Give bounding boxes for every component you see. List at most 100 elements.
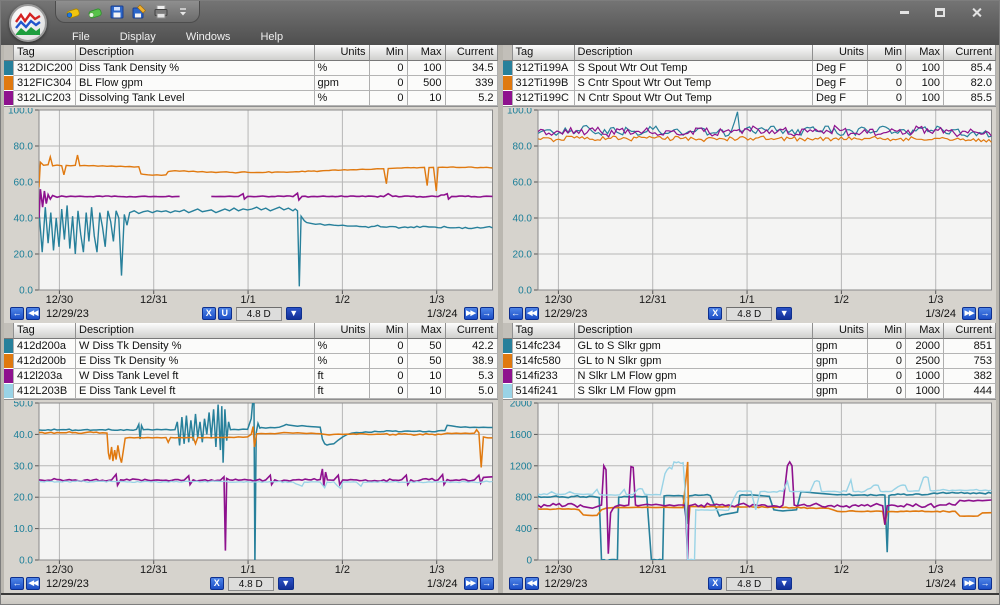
min-cell[interactable]: 0 (868, 61, 906, 76)
description-cell[interactable]: Diss Tank Density % (76, 61, 315, 76)
tag-cell[interactable]: 312Ti199C (513, 91, 575, 106)
units-cell[interactable]: Deg F (813, 76, 868, 91)
max-cell[interactable]: 50 (408, 354, 446, 369)
col-header-current[interactable]: Current (446, 45, 498, 61)
current-cell[interactable]: 82.0 (944, 76, 996, 91)
min-cell[interactable]: 0 (868, 76, 906, 91)
trend-chart[interactable]: 100.080.060.040.020.00.012/3012/311/11/2… (505, 108, 995, 306)
max-cell[interactable]: 100 (906, 76, 944, 91)
page-right-button[interactable]: ▶▶ (464, 577, 478, 590)
max-cell[interactable]: 10 (408, 384, 446, 399)
current-cell[interactable]: 851 (944, 339, 996, 354)
col-header-description[interactable]: Description (575, 323, 814, 339)
min-cell[interactable]: 0 (370, 61, 408, 76)
maximize-button[interactable] (929, 5, 951, 19)
current-cell[interactable]: 5.0 (446, 384, 498, 399)
trend-chart[interactable]: 50.040.030.020.010.00.012/3012/311/11/21… (6, 401, 496, 576)
units-cell[interactable]: gpm (813, 384, 868, 399)
tag-cell[interactable]: 514fc234 (513, 339, 575, 354)
col-header-current[interactable]: Current (944, 323, 996, 339)
tag-row[interactable]: 514fi241 S Slkr LM Flow gpm gpm 0 1000 4… (503, 384, 997, 399)
description-cell[interactable]: Dissolving Tank Level (76, 91, 315, 106)
x-axis-button[interactable]: X (708, 577, 722, 590)
current-cell[interactable]: 34.5 (446, 61, 498, 76)
scroll-left-button[interactable]: ← (10, 307, 24, 320)
print-icon[interactable] (152, 3, 169, 20)
units-cell[interactable]: Deg F (813, 91, 868, 106)
max-cell[interactable]: 2500 (906, 354, 944, 369)
col-header-description[interactable]: Description (76, 45, 315, 61)
col-header-description[interactable]: Description (76, 323, 315, 339)
current-cell[interactable]: 38.9 (446, 354, 498, 369)
time-range-field[interactable]: 4.8 D (726, 307, 772, 321)
current-cell[interactable]: 85.5 (944, 91, 996, 106)
page-right-button[interactable]: ▶▶ (962, 577, 976, 590)
col-header-max[interactable]: Max (906, 45, 944, 61)
max-cell[interactable]: 100 (906, 61, 944, 76)
tag-row[interactable]: 412l203a W Diss Tank Level ft ft 0 10 5.… (4, 369, 498, 384)
tag-row[interactable]: 312DIC200 Diss Tank Density % % 0 100 34… (4, 61, 498, 76)
menu-help[interactable]: Help (245, 31, 298, 43)
time-range-field[interactable]: 4.8 D (236, 307, 282, 321)
scroll-right-button[interactable]: → (480, 307, 494, 320)
tag-row[interactable]: 312Ti199A S Spout Wtr Out Temp Deg F 0 1… (503, 61, 997, 76)
min-cell[interactable]: 0 (868, 354, 906, 369)
scroll-left-button[interactable]: ← (10, 577, 24, 590)
description-cell[interactable]: N Cntr Spout Wtr Out Temp (575, 91, 814, 106)
description-cell[interactable]: GL to S Slkr gpm (575, 339, 814, 354)
max-cell[interactable]: 1000 (906, 369, 944, 384)
tag-row[interactable]: 412L203B E Diss Tank Level ft ft 0 10 5.… (4, 384, 498, 399)
time-range-field[interactable]: 4.8 D (228, 577, 274, 591)
description-cell[interactable]: W Diss Tk Density % (76, 339, 315, 354)
tag-cell[interactable]: 312Ti199A (513, 61, 575, 76)
min-cell[interactable]: 0 (868, 339, 906, 354)
description-cell[interactable]: S Cntr Spout Wtr Out Temp (575, 76, 814, 91)
col-header-current[interactable]: Current (446, 323, 498, 339)
description-cell[interactable]: E Diss Tank Level ft (76, 384, 315, 399)
tag-row[interactable]: 312Ti199B S Cntr Spout Wtr Out Temp Deg … (503, 76, 997, 91)
max-cell[interactable]: 100 (408, 61, 446, 76)
u-button[interactable]: U (218, 307, 232, 320)
description-cell[interactable]: W Diss Tank Level ft (76, 369, 315, 384)
min-cell[interactable]: 0 (370, 76, 408, 91)
tag-cell[interactable]: 412d200b (14, 354, 76, 369)
tag-row[interactable]: 412d200a W Diss Tk Density % % 0 50 42.2 (4, 339, 498, 354)
tag-cell[interactable]: 412d200a (14, 339, 76, 354)
max-cell[interactable]: 50 (408, 339, 446, 354)
page-left-button[interactable]: ◀◀ (525, 577, 539, 590)
units-cell[interactable]: gpm (813, 369, 868, 384)
page-left-button[interactable]: ◀◀ (26, 307, 40, 320)
trend-chart[interactable]: 200016001200800400012/3012/311/11/21/3 (505, 401, 995, 576)
toolbar-overflow-icon[interactable] (174, 3, 191, 20)
page-right-button[interactable]: ▶▶ (464, 307, 478, 320)
units-cell[interactable]: % (315, 354, 370, 369)
page-right-button[interactable]: ▶▶ (962, 307, 976, 320)
description-cell[interactable]: N Slkr LM Flow gpm (575, 369, 814, 384)
description-cell[interactable]: BL Flow gpm (76, 76, 315, 91)
current-cell[interactable]: 5.3 (446, 369, 498, 384)
current-cell[interactable]: 85.4 (944, 61, 996, 76)
min-cell[interactable]: 0 (370, 369, 408, 384)
col-header-tag[interactable]: Tag (513, 45, 575, 61)
units-cell[interactable]: gpm (813, 339, 868, 354)
units-cell[interactable]: % (315, 339, 370, 354)
scroll-right-button[interactable]: → (480, 577, 494, 590)
save-icon[interactable] (108, 3, 125, 20)
tag-cell[interactable]: 514fi241 (513, 384, 575, 399)
menu-file[interactable]: File (57, 31, 105, 43)
min-cell[interactable]: 0 (370, 91, 408, 106)
scroll-right-button[interactable]: → (978, 307, 992, 320)
units-cell[interactable]: ft (315, 369, 370, 384)
tag-cell[interactable]: 412l203a (14, 369, 76, 384)
col-header-tag[interactable]: Tag (513, 323, 575, 339)
tag-row[interactable]: 514fi233 N Slkr LM Flow gpm gpm 0 1000 3… (503, 369, 997, 384)
max-cell[interactable]: 100 (906, 91, 944, 106)
description-cell[interactable]: GL to N Slkr gpm (575, 354, 814, 369)
range-dropdown-button[interactable]: ▼ (286, 307, 302, 320)
units-cell[interactable]: gpm (813, 354, 868, 369)
tag-row[interactable]: 514fc580 GL to N Slkr gpm gpm 0 2500 753 (503, 354, 997, 369)
current-cell[interactable]: 42.2 (446, 339, 498, 354)
col-header-max[interactable]: Max (408, 323, 446, 339)
x-axis-button[interactable]: X (202, 307, 216, 320)
col-header-min[interactable]: Min (370, 323, 408, 339)
